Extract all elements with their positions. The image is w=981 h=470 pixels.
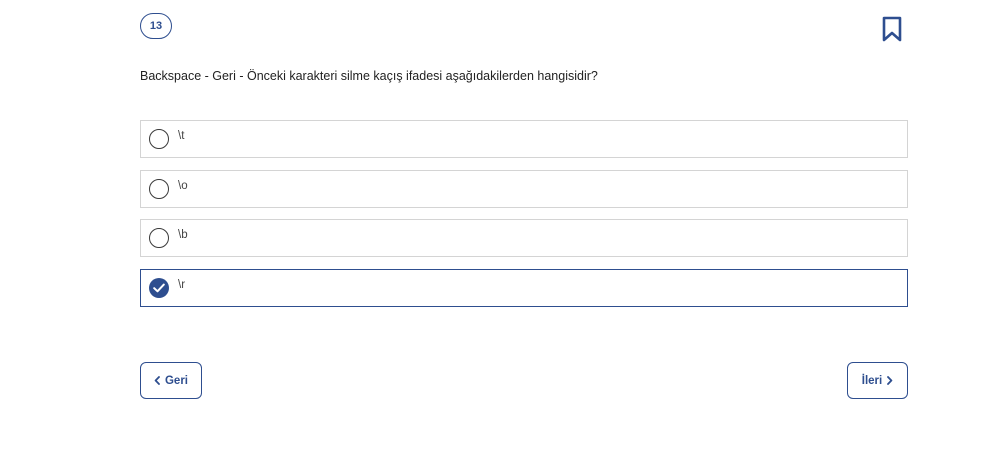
option-2[interactable]: \o: [140, 170, 908, 208]
quiz-page: 13 Backspace - Geri - Önceki karakteri s…: [0, 0, 981, 470]
option-3[interactable]: \b: [140, 219, 908, 257]
next-button[interactable]: İleri: [847, 362, 908, 399]
bookmark-icon[interactable]: [881, 16, 903, 43]
question-text: Backspace - Geri - Önceki karakteri silm…: [140, 69, 598, 83]
previous-button[interactable]: Geri: [140, 362, 202, 399]
next-button-label: İleri: [861, 374, 883, 387]
option-label: \t: [178, 130, 185, 142]
chevron-left-icon: [154, 376, 160, 385]
check-icon: [153, 283, 165, 293]
radio-button-checked[interactable]: [149, 278, 169, 298]
radio-button[interactable]: [149, 129, 169, 149]
option-label: \b: [178, 229, 188, 241]
option-label: \o: [178, 180, 188, 192]
radio-button[interactable]: [149, 228, 169, 248]
option-4[interactable]: \r: [140, 269, 908, 307]
option-label: \r: [178, 279, 186, 291]
chevron-right-icon: [887, 376, 893, 385]
previous-button-label: Geri: [164, 374, 188, 387]
question-number-badge: 13: [140, 13, 172, 39]
radio-button[interactable]: [149, 179, 169, 199]
option-1[interactable]: \t: [140, 120, 908, 158]
